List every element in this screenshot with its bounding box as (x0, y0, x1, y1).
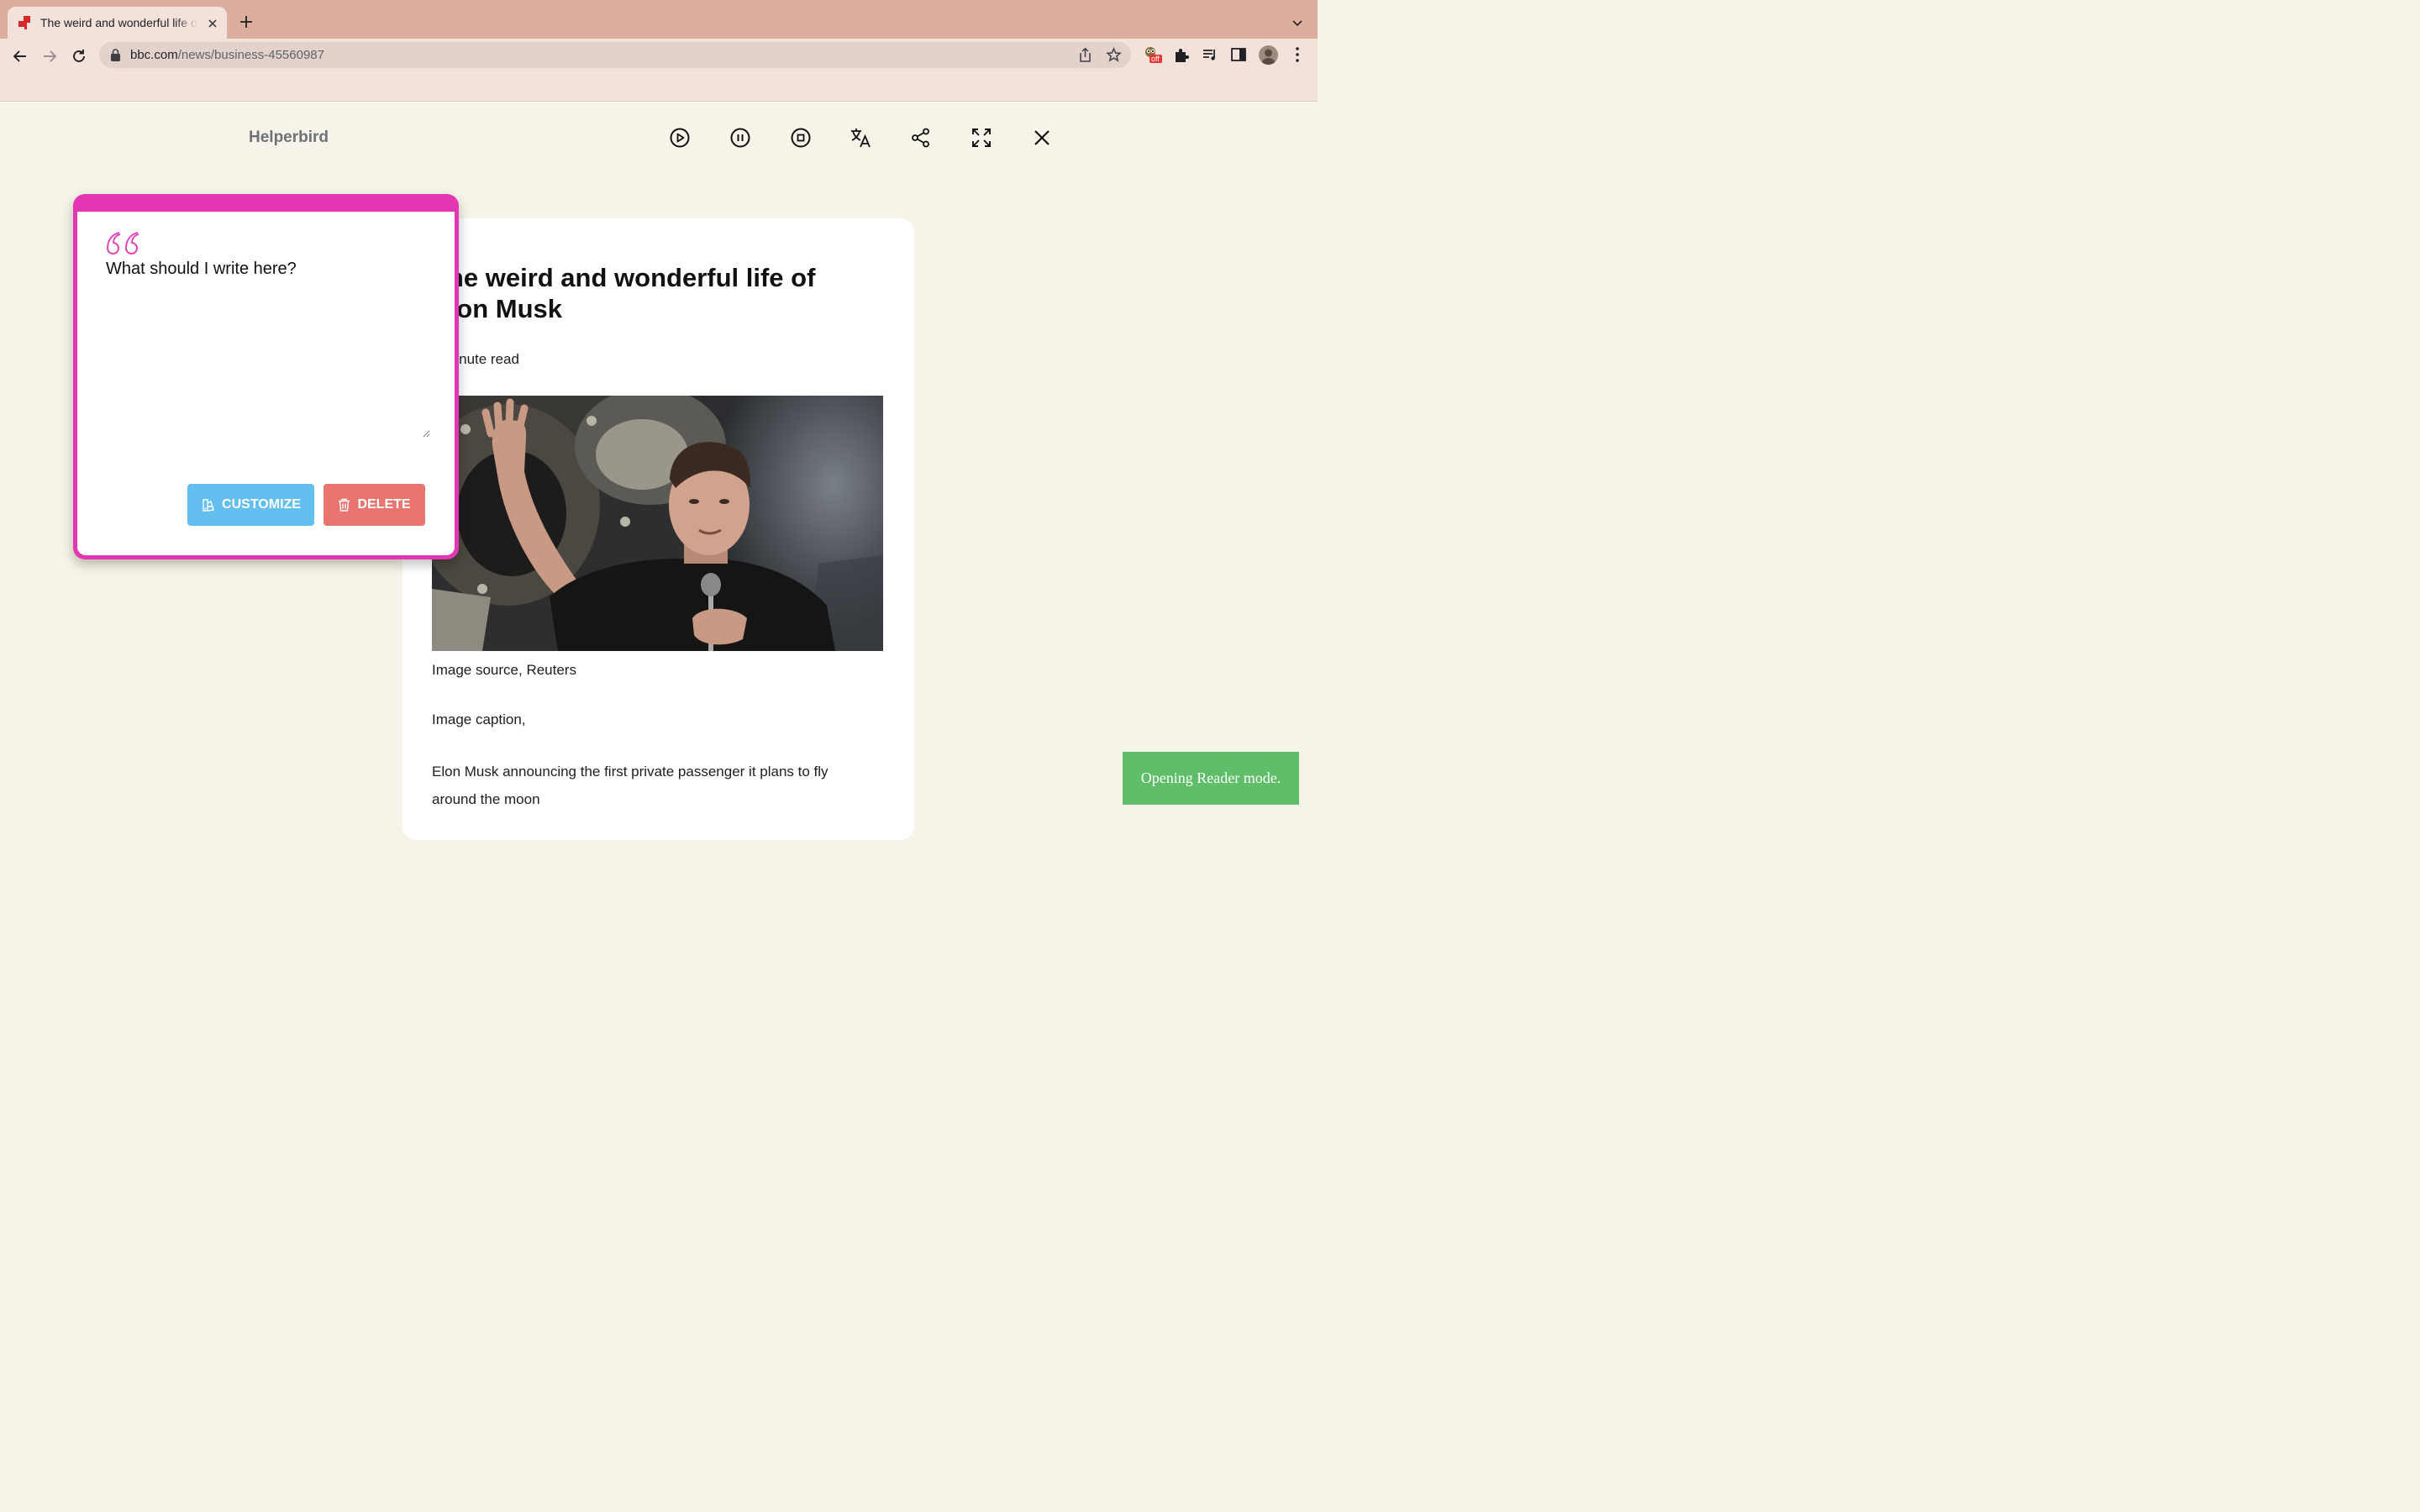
share-page-icon[interactable] (1077, 47, 1093, 63)
media-playlist-icon[interactable] (1201, 45, 1219, 64)
browser-toolbar: bbc.com/news/business-45560987 off (0, 39, 1318, 102)
tab-close-icon[interactable] (206, 17, 219, 30)
browser-tab[interactable]: The weird and wonderful life of Elon Mus… (8, 7, 227, 39)
quote-icon (107, 232, 139, 255)
bookmark-star-icon[interactable] (1106, 47, 1122, 63)
toast-notification: Opening Reader mode. (1123, 752, 1299, 805)
puzzle-extensions-icon[interactable] (1172, 45, 1191, 64)
url-path: /news/business-45560987 (177, 48, 324, 62)
back-arrow-icon[interactable] (11, 47, 29, 66)
delete-button[interactable]: DELETE (324, 484, 425, 526)
url-text[interactable]: bbc.com/news/business-45560987 (130, 48, 324, 62)
delete-label: DELETE (357, 497, 411, 512)
share-icon[interactable] (910, 127, 932, 149)
stop-icon[interactable] (790, 127, 812, 149)
fullscreen-icon[interactable] (971, 127, 992, 149)
new-tab-icon[interactable] (239, 14, 254, 29)
article-headline: The weird and wonderful life of Elon Mus… (432, 263, 816, 323)
image-caption-label: Image caption, (432, 711, 526, 727)
note-textarea[interactable] (106, 260, 430, 438)
chevron-down-icon[interactable] (1291, 16, 1304, 29)
side-panel-icon[interactable] (1229, 45, 1248, 64)
lock-icon[interactable] (110, 49, 121, 61)
article-card: The weird and wonderful life of Elon Mus… (402, 218, 914, 840)
tab-strip: The weird and wonderful life of Elon Mus… (0, 0, 1318, 39)
play-icon[interactable] (669, 127, 691, 149)
forward-arrow-icon[interactable] (40, 47, 59, 66)
sticky-note-body: CUSTOMIZE DELETE (77, 212, 455, 555)
bbc-favicon-icon (18, 16, 30, 29)
image-caption: Elon Musk announcing the first private p… (432, 764, 829, 807)
tab-title: The weird and wonderful life of Elon Mus… (40, 16, 198, 29)
reload-icon[interactable] (70, 47, 88, 66)
url-domain: bbc.com (130, 48, 178, 62)
image-source: Image source, Reuters (432, 662, 576, 678)
translate-icon[interactable] (850, 127, 871, 149)
pause-icon[interactable] (729, 127, 751, 149)
close-reader-icon[interactable] (1031, 127, 1053, 149)
palette-icon (203, 498, 214, 512)
address-bar[interactable]: bbc.com/news/business-45560987 (99, 42, 1131, 68)
customize-button[interactable]: CUSTOMIZE (187, 484, 314, 526)
sticky-note[interactable]: CUSTOMIZE DELETE (73, 194, 459, 559)
customize-label: CUSTOMIZE (222, 497, 301, 512)
trash-icon (339, 498, 350, 512)
helperbird-brand: Helperbird (249, 129, 329, 146)
more-menu-icon[interactable] (1288, 45, 1307, 64)
extension-owl-icon[interactable]: off (1144, 45, 1162, 64)
profile-avatar[interactable] (1259, 45, 1278, 65)
extension-badge: off (1151, 55, 1160, 63)
article-photo (432, 396, 883, 651)
